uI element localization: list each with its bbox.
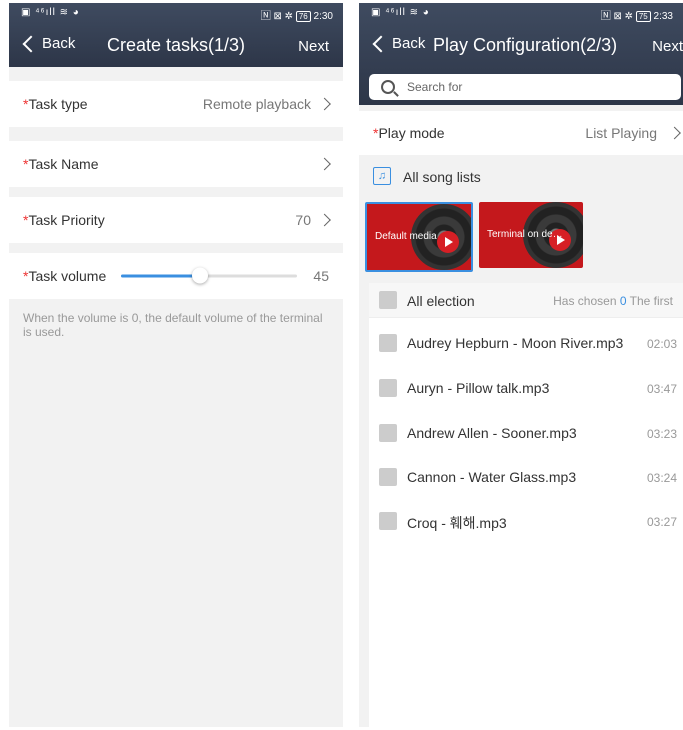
battery-icon: 75 bbox=[635, 11, 651, 22]
volume-slider-thumb[interactable] bbox=[192, 267, 209, 284]
song-list-name: Default media bbox=[375, 231, 437, 242]
list-item[interactable]: Auryn - Pillow talk.mp3 03:47 bbox=[369, 366, 683, 410]
chevron-right-icon bbox=[318, 213, 331, 227]
select-all-checkbox[interactable] bbox=[379, 291, 397, 309]
song-lists-header: ♫ All song lists bbox=[359, 161, 683, 193]
back-label: Back bbox=[392, 35, 426, 52]
search-icon bbox=[381, 80, 395, 94]
next-button[interactable]: Next bbox=[298, 38, 329, 55]
chevron-right-icon bbox=[668, 126, 681, 140]
nav-bar: Back Play Configuration(2/3) Next bbox=[359, 27, 683, 67]
list-item[interactable]: Audrey Hepburn - Moon River.mp3 02:03 bbox=[369, 321, 683, 365]
music-note-icon: ♫ bbox=[373, 167, 391, 185]
list-item[interactable]: Andrew Allen - Sooner.mp3 03:23 bbox=[369, 411, 683, 455]
play-mode-value: List Playing bbox=[585, 125, 657, 141]
task-volume-value: 45 bbox=[313, 268, 329, 284]
song-list-name: Terminal on demand bbox=[487, 229, 567, 240]
search-input[interactable]: Search for bbox=[369, 74, 681, 100]
page-title: Play Configuration(2/3) bbox=[433, 35, 618, 55]
task-volume-row: *Task volume 45 bbox=[9, 253, 343, 299]
song-duration: 03:23 bbox=[646, 427, 677, 441]
battery-icon: 76 bbox=[295, 11, 311, 22]
task-type-value: Remote playback bbox=[202, 96, 311, 112]
song-duration: 03:47 bbox=[646, 382, 677, 396]
task-volume-label: *Task volume bbox=[23, 268, 107, 284]
back-button[interactable]: Back bbox=[371, 35, 425, 52]
chevron-left-icon bbox=[372, 35, 390, 52]
header-bar: ▣ ⁴⁶ıll ≋ ◕ 🄽 ⊠ ✲ 75 2:33 Back Play Conf… bbox=[359, 3, 683, 105]
song-list: All election Has chosen 0 The first Audr… bbox=[369, 283, 683, 727]
search-placeholder: Search for bbox=[407, 80, 463, 94]
task-priority-value: 70 bbox=[295, 212, 311, 228]
task-priority-row[interactable]: *Task Priority 70 bbox=[9, 197, 343, 243]
status-time: 2:33 bbox=[653, 11, 673, 22]
create-tasks-screen: ▣ ⁴⁶ıll ≋ ◕ 🄽 ⊠ ✲ 76 2:30 Back Create ta… bbox=[9, 3, 343, 727]
play-mode-label: *Play mode bbox=[373, 125, 445, 141]
status-time: 2:30 bbox=[313, 11, 333, 22]
chevron-left-icon bbox=[22, 35, 40, 52]
select-all-label: All election bbox=[407, 293, 475, 309]
next-button[interactable]: Next bbox=[652, 38, 683, 55]
song-duration: 02:03 bbox=[646, 337, 677, 351]
song-name: Auryn - Pillow talk.mp3 bbox=[407, 380, 550, 396]
song-checkbox[interactable] bbox=[379, 468, 397, 486]
status-signal-icons: ▣ ⁴⁶ıll ≋ ◕ bbox=[21, 7, 80, 18]
song-list-card[interactable]: Default media bbox=[365, 202, 473, 272]
chevron-right-icon bbox=[318, 97, 331, 111]
page-title: Create tasks(1/3) bbox=[107, 35, 246, 55]
status-right: 🄽 ⊠ ✲ 75 2:33 bbox=[601, 7, 673, 22]
song-name: Cannon - Water Glass.mp3 bbox=[407, 469, 577, 485]
volume-slider-fill bbox=[121, 274, 201, 278]
task-priority-label: *Task Priority bbox=[23, 212, 105, 228]
chosen-count: Has chosen 0 The first bbox=[553, 294, 673, 308]
list-header: All election Has chosen 0 The first bbox=[369, 283, 683, 318]
song-duration: 03:27 bbox=[646, 515, 677, 529]
back-label: Back bbox=[42, 35, 76, 52]
status-system-icons: 🄽 ⊠ ✲ bbox=[260, 11, 294, 22]
song-checkbox[interactable] bbox=[379, 424, 397, 442]
header-bar: ▣ ⁴⁶ıll ≋ ◕ 🄽 ⊠ ✲ 76 2:30 Back Create ta… bbox=[9, 3, 343, 67]
song-checkbox[interactable] bbox=[379, 512, 397, 530]
task-name-row[interactable]: *Task Name bbox=[9, 141, 343, 187]
song-checkbox[interactable] bbox=[379, 334, 397, 352]
play-mode-row[interactable]: *Play mode List Playing bbox=[359, 111, 683, 155]
status-signal-icons: ▣ ⁴⁶ıll ≋ ◕ bbox=[371, 7, 430, 18]
song-duration: 03:24 bbox=[646, 471, 677, 485]
list-item[interactable]: Croq - 훼해.mp3 03:27 bbox=[369, 499, 683, 543]
status-bar: ▣ ⁴⁶ıll ≋ ◕ 🄽 ⊠ ✲ 76 2:30 bbox=[21, 7, 333, 22]
task-type-label: *Task type bbox=[23, 96, 88, 112]
song-list-card[interactable]: Terminal on demand bbox=[479, 202, 583, 268]
nav-bar: Back Create tasks(1/3) Next bbox=[9, 27, 343, 67]
list-item[interactable]: Cannon - Water Glass.mp3 03:24 bbox=[369, 455, 683, 499]
status-system-icons: 🄽 ⊠ ✲ bbox=[600, 11, 634, 22]
song-name: Andrew Allen - Sooner.mp3 bbox=[407, 425, 577, 441]
task-type-row[interactable]: *Task type Remote playback bbox=[9, 81, 343, 127]
song-lists-title: All song lists bbox=[403, 169, 481, 185]
volume-slider[interactable] bbox=[121, 267, 297, 284]
task-name-label: *Task Name bbox=[23, 156, 99, 172]
status-bar: ▣ ⁴⁶ıll ≋ ◕ 🄽 ⊠ ✲ 75 2:33 bbox=[371, 7, 673, 22]
song-name: Croq - 훼해.mp3 bbox=[407, 515, 507, 531]
status-right: 🄽 ⊠ ✲ 76 2:30 bbox=[261, 7, 333, 22]
back-button[interactable]: Back bbox=[21, 35, 75, 52]
volume-note: When the volume is 0, the default volume… bbox=[23, 311, 323, 339]
chevron-right-icon bbox=[318, 157, 331, 171]
song-checkbox[interactable] bbox=[379, 379, 397, 397]
play-configuration-screen: ▣ ⁴⁶ıll ≋ ◕ 🄽 ⊠ ✲ 75 2:33 Back Play Conf… bbox=[359, 3, 683, 727]
song-name: Audrey Hepburn - Moon River.mp3 bbox=[407, 335, 624, 351]
